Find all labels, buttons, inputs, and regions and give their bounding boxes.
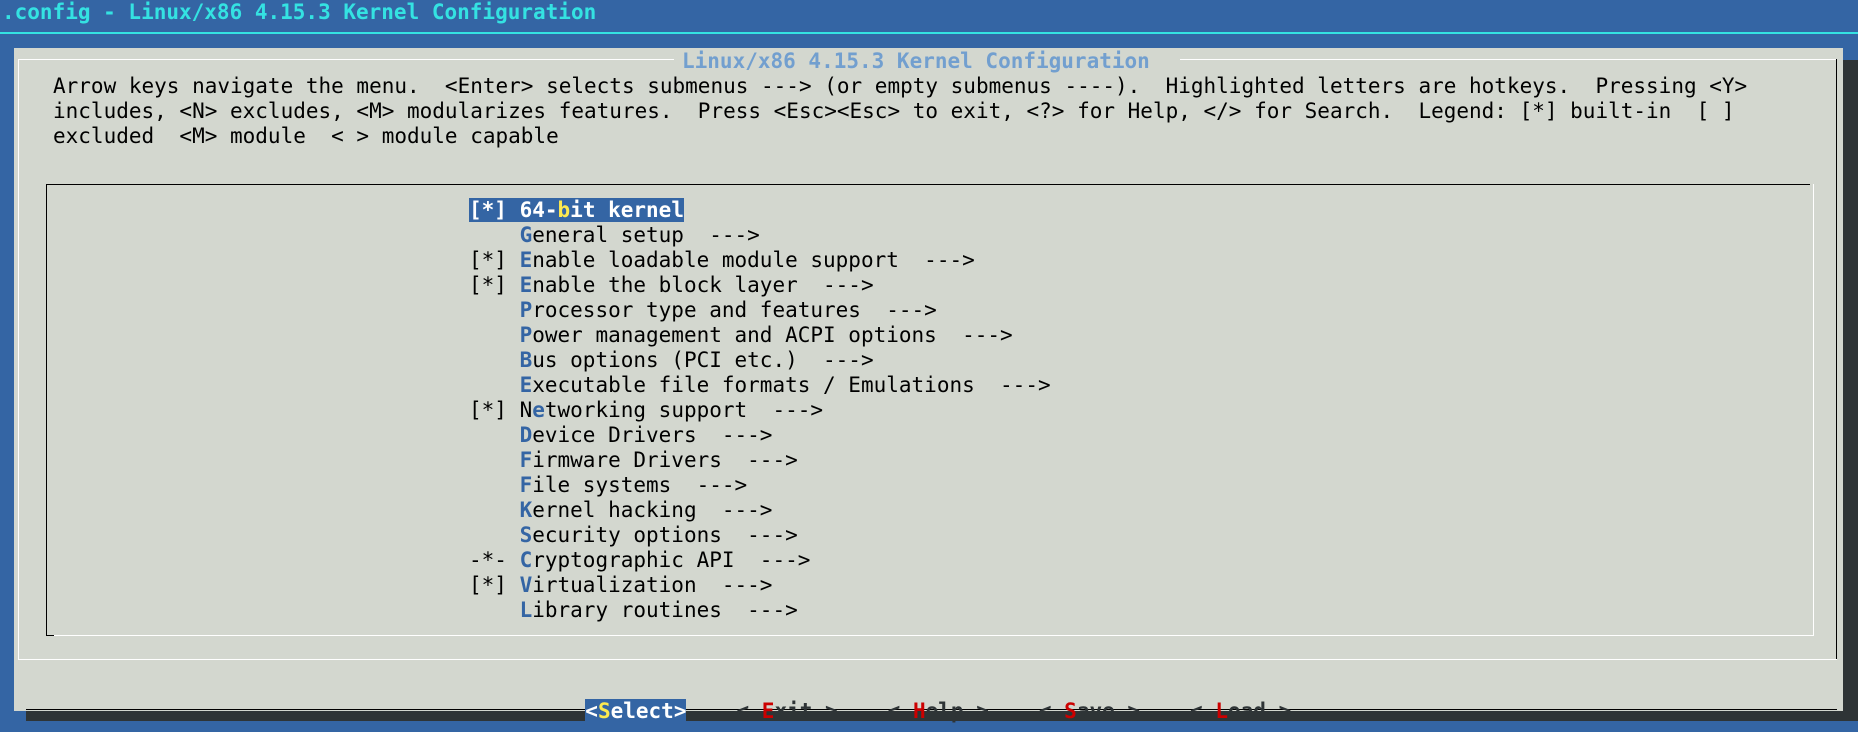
menu-item-64bit-kernel[interactable]: [*] 64-bit kernel [469,198,1051,223]
dialog-border-top-left [18,59,674,60]
menu-item-bus-options[interactable]: Bus options (PCI etc.) ---> [469,348,1051,373]
menu-item-executable-formats[interactable]: Executable file formats / Emulations ---… [469,373,1051,398]
save-button[interactable]: < Save > [1039,699,1140,724]
dialog-border-top-right [1180,59,1836,60]
menu-item-virtualization[interactable]: [*] Virtualization ---> [469,573,1051,598]
menu-item-general-setup[interactable]: General setup ---> [469,223,1051,248]
menu-border-top [46,184,1810,185]
menu-border-right [1813,184,1814,636]
exit-button[interactable]: < Exit > [736,699,837,724]
menu-item-processor-type[interactable]: Processor type and features ---> [469,298,1051,323]
menu-list: [*] 64-bit kernel General setup ---> [*]… [469,198,1051,623]
menu-item-networking[interactable]: [*] Networking support ---> [469,398,1051,423]
help-text: Arrow keys navigate the menu. <Enter> se… [53,74,1747,149]
button-row: <Select> < Exit > < Help > < Save > < Load > [560,674,1341,724]
dialog-border-right [1836,59,1837,659]
dialog-border-left [18,59,19,659]
menu-item-firmware-drivers[interactable]: Firmware Drivers ---> [469,448,1051,473]
help-button[interactable]: < Help > [888,699,989,724]
title-divider [0,32,1858,34]
menu-border-left [46,184,47,636]
help-line: includes, <N> excludes, <M> modularizes … [53,99,1735,123]
menu-item-library-routines[interactable]: Library routines ---> [469,598,1051,623]
help-line: excluded <M> module < > module capable [53,124,559,148]
menu-item-block-layer[interactable]: [*] Enable the block layer ---> [469,273,1051,298]
dialog-shadow-right [1843,60,1858,720]
menu-item-file-systems[interactable]: File systems ---> [469,473,1051,498]
menu-item-kernel-hacking[interactable]: Kernel hacking ---> [469,498,1051,523]
menu-border-corner [46,635,54,636]
menu-item-device-drivers[interactable]: Device Drivers ---> [469,423,1051,448]
dialog-title: Linux/x86 4.15.3 Kernel Configuration [674,49,1158,74]
button-row-divider [18,659,1837,660]
select-button[interactable]: <Select> [585,699,687,724]
menu-item-loadable-modules[interactable]: [*] Enable loadable module support ---> [469,248,1051,273]
menu-item-cryptographic-api[interactable]: -*- Cryptographic API ---> [469,548,1051,573]
load-button[interactable]: < Load > [1190,699,1291,724]
menu-item-power-management[interactable]: Power management and ACPI options ---> [469,323,1051,348]
menu-border-bottom [54,635,1814,636]
window-title: .config - Linux/x86 4.15.3 Kernel Config… [2,0,597,24]
menu-item-security-options[interactable]: Security options ---> [469,523,1051,548]
help-line: Arrow keys navigate the menu. <Enter> se… [53,74,1748,98]
